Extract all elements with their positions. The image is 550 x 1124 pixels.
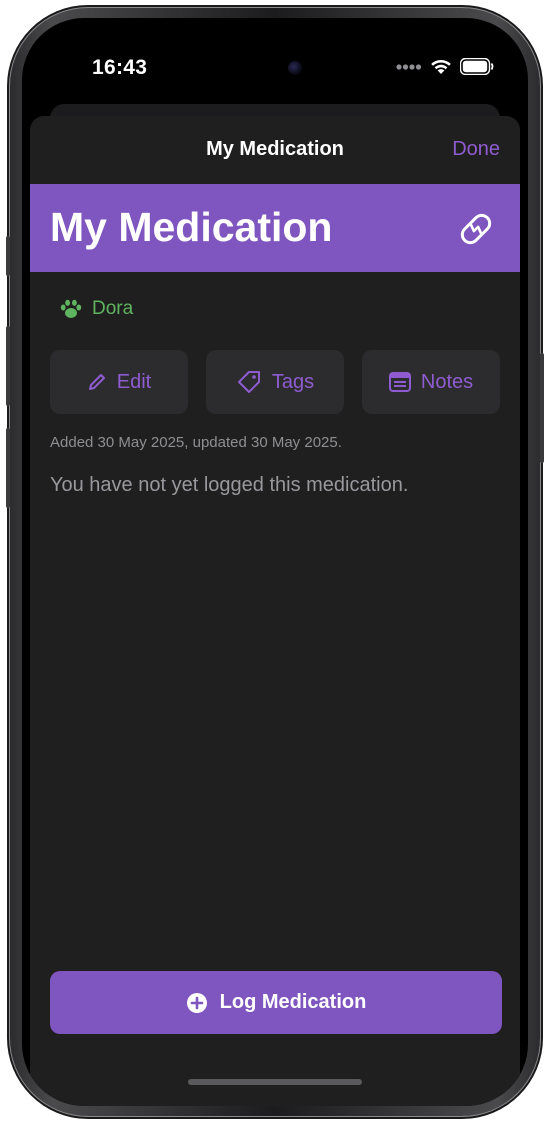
action-buttons: Edit Tags Notes — [50, 350, 500, 414]
volume-up-button — [6, 326, 10, 406]
medication-header: My Medication — [30, 184, 520, 272]
power-button — [540, 353, 544, 463]
notes-button[interactable]: Notes — [362, 350, 500, 414]
log-medication-label: Log Medication — [219, 991, 367, 1013]
pet-name: Dora — [92, 298, 134, 319]
edit-button[interactable]: Edit — [50, 350, 188, 414]
pencil-icon — [88, 374, 105, 390]
notes-label: Notes — [420, 370, 474, 393]
pet-tag[interactable]: Dora — [60, 298, 133, 320]
action-button — [6, 236, 10, 276]
volume-down-button — [6, 428, 10, 508]
log-medication-button[interactable]: Log Medication — [50, 971, 502, 1034]
empty-log-message: You have not yet logged this medication. — [50, 474, 409, 496]
tag-icon — [237, 371, 260, 393]
added-updated-text: Added 30 May 2025, updated 30 May 2025. — [50, 434, 342, 451]
nav-title: My Medication — [206, 138, 344, 160]
dynamic-island — [190, 48, 320, 88]
paw-icon — [60, 299, 82, 318]
wifi-icon — [431, 59, 451, 74]
status-icons — [396, 58, 494, 75]
done-button[interactable]: Done — [452, 138, 500, 161]
medication-sheet: My Medication Done My Medication Dora Ed… — [30, 116, 520, 1106]
pill-icon — [460, 213, 492, 245]
cellular-dots-icon — [396, 63, 422, 70]
screen: 16:43 My Medication Done My Medication D… — [22, 18, 528, 1106]
home-indicator[interactable] — [188, 1079, 362, 1085]
plus-circle-icon — [186, 992, 207, 1013]
battery-icon — [460, 58, 494, 75]
notes-icon — [388, 372, 411, 392]
camera-icon — [288, 61, 302, 75]
tags-label: Tags — [271, 370, 315, 393]
edit-label: Edit — [116, 370, 152, 393]
tags-button[interactable]: Tags — [206, 350, 344, 414]
medication-title: My Medication — [50, 204, 333, 250]
status-time: 16:43 — [92, 56, 148, 79]
